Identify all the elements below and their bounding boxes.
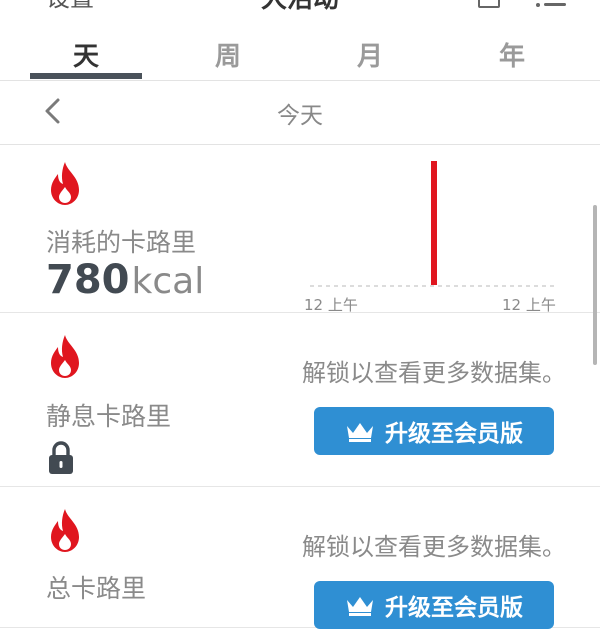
crown-icon (347, 423, 373, 442)
tab-day[interactable]: 天 (30, 36, 142, 73)
scrollbar[interactable] (593, 205, 597, 365)
upgrade-button-label: 升级至会员版 (385, 421, 523, 447)
calorie-value: 780kcal (46, 257, 204, 303)
tab-year[interactable]: 年 (456, 36, 568, 73)
flame-icon (51, 335, 79, 378)
active-tab-indicator (30, 73, 142, 79)
period-tabs: 天 周 月 年 (0, 28, 600, 81)
lock-icon (49, 441, 73, 474)
calorie-number: 780 (46, 257, 130, 303)
chart-bar (431, 161, 437, 285)
resting-calories-card: 静息卡路里 解锁以查看更多数据集。 升级至会员版 (0, 313, 600, 487)
upgrade-button[interactable]: 升级至会员版 (314, 407, 554, 455)
unlock-message: 解锁以查看更多数据集。 (302, 359, 566, 387)
crown-icon (347, 597, 373, 616)
upgrade-button-label: 升级至会员版 (385, 595, 523, 621)
calorie-unit: kcal (131, 261, 205, 302)
list-menu-icon[interactable] (536, 0, 566, 10)
x-tick-label: 12 上午 (502, 296, 556, 314)
unlock-message: 解锁以查看更多数据集。 (302, 533, 566, 561)
page-title: 大活动 (0, 0, 600, 15)
flame-icon (51, 162, 79, 205)
total-calories-card: 总卡路里 解锁以查看更多数据集。 升级至会员版 (0, 487, 600, 629)
top-bar: 设置 大活动 (0, 0, 600, 15)
card-label: 消耗的卡路里 (46, 228, 197, 257)
card-label: 静息卡路里 (46, 402, 172, 431)
x-tick-label: 12 上午 (304, 296, 358, 314)
consumed-calories-card[interactable]: 消耗的卡路里 780kcal 12 上午 12 上午 (0, 145, 600, 314)
calendar-icon[interactable] (478, 0, 500, 8)
calorie-chart: 12 上午 12 上午 (304, 161, 558, 314)
current-day-label: 今天 (277, 103, 323, 129)
upgrade-button[interactable]: 升级至会员版 (314, 581, 554, 629)
day-navigation: 今天 (0, 80, 600, 145)
tab-month[interactable]: 月 (314, 36, 426, 73)
flame-icon (51, 509, 79, 552)
tab-week[interactable]: 周 (172, 36, 284, 73)
